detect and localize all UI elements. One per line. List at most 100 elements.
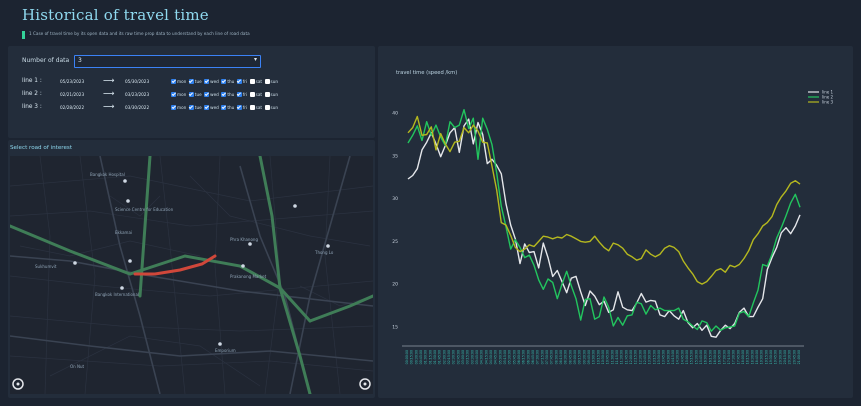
x-tick-label: 02:45:00 xyxy=(456,350,460,364)
x-tick-label: 10:30:00 xyxy=(601,350,605,364)
x-tick-label: 08:45:00 xyxy=(568,350,572,364)
x-tick-label: 20:30:00 xyxy=(788,350,792,364)
checkbox-unchecked[interactable] xyxy=(249,105,255,110)
line-row-3: line 3 : 02/28/2022 ⟶ 03/30/2022 mon tue w… xyxy=(8,102,375,114)
x-tick-label: 18:30:00 xyxy=(750,350,754,364)
checkbox-checked[interactable] xyxy=(221,92,227,97)
x-tick-label: 19:30:00 xyxy=(769,350,773,364)
x-tick-label: 00:30:00 xyxy=(414,350,418,364)
weekday-checkbox-sat[interactable]: sat xyxy=(249,104,262,112)
checkbox-checked[interactable] xyxy=(204,92,210,97)
x-tick-label: 01:00:00 xyxy=(424,350,428,364)
map-label: Bangkok Hospital xyxy=(90,172,125,177)
line-row-1: line 1 : 05/23/2023 ⟶ 05/30/2023 mon tue w… xyxy=(8,76,375,88)
weekday-checkbox-sun[interactable]: sun xyxy=(264,91,278,99)
checkbox-checked[interactable] xyxy=(188,92,194,97)
checkbox-checked[interactable] xyxy=(204,79,210,84)
end-date-input[interactable]: 03/30/2022 xyxy=(125,105,149,110)
checkbox-unchecked[interactable] xyxy=(264,105,270,110)
x-tick-label: 14:15:00 xyxy=(671,350,675,364)
map-title: Select road of interest xyxy=(10,145,73,151)
weekday-label: mon xyxy=(177,92,187,98)
weekday-checkbox-thu[interactable]: thu xyxy=(221,104,234,112)
weekday-label: sun xyxy=(270,79,279,85)
end-date-input[interactable]: 05/30/2023 xyxy=(125,79,149,84)
checkbox-unchecked[interactable] xyxy=(249,92,255,97)
start-date-input[interactable]: 02/21/2023 xyxy=(60,92,84,97)
checkbox-checked[interactable] xyxy=(204,105,210,110)
weekday-checkbox-wed[interactable]: wed xyxy=(204,91,219,99)
weekday-checkbox-sat[interactable]: sat xyxy=(249,78,262,86)
x-tick-label: 00:45:00 xyxy=(419,350,423,364)
number-of-data-select[interactable]: 3 ▾ xyxy=(74,55,261,68)
start-date-input[interactable]: 02/28/2022 xyxy=(60,105,84,110)
weekday-checkbox-mon[interactable]: mon xyxy=(171,78,186,86)
date-range-arrow-icon: ⟶ xyxy=(103,76,115,85)
x-tick-label: 11:30:00 xyxy=(620,350,624,364)
x-tick-label: 08:15:00 xyxy=(559,350,563,364)
subtitle-accent-bar xyxy=(22,31,25,39)
weekday-label: tue xyxy=(194,92,202,98)
y-tick-label: 35 xyxy=(392,153,398,159)
line-label: line 3 : xyxy=(22,104,42,110)
y-tick-label: 15 xyxy=(392,324,398,330)
weekday-checkbox-sat[interactable]: sat xyxy=(249,91,262,99)
x-tick-label: 03:15:00 xyxy=(466,350,470,364)
checkbox-checked[interactable] xyxy=(188,105,194,110)
x-tick-label: 09:45:00 xyxy=(587,350,591,364)
checkbox-checked[interactable] xyxy=(236,92,242,97)
weekday-checkbox-mon[interactable]: mon xyxy=(171,91,186,99)
start-date-input[interactable]: 05/23/2023 xyxy=(60,79,84,84)
checkbox-checked[interactable] xyxy=(171,105,176,110)
checkbox-checked[interactable] xyxy=(171,92,176,97)
x-tick-label: 16:00:00 xyxy=(704,350,708,364)
checkbox-checked[interactable] xyxy=(221,105,227,110)
map-label: Thong Lo xyxy=(314,250,334,255)
x-tick-label: 17:15:00 xyxy=(727,350,731,364)
weekday-checkbox-sun[interactable]: sun xyxy=(264,78,279,86)
x-tick-label: 13:15:00 xyxy=(652,350,656,364)
x-tick-label: 21:00:00 xyxy=(797,350,801,364)
y-tick-label: 30 xyxy=(392,196,398,202)
legend-label: line 3 xyxy=(822,99,833,104)
checkbox-unchecked[interactable] xyxy=(264,79,270,84)
x-tick-label: 14:30:00 xyxy=(676,350,680,364)
weekday-checkbox-wed[interactable]: wed xyxy=(204,104,219,112)
weekday-checkbox-thu[interactable]: thu xyxy=(221,91,234,99)
weekday-checkbox-wed[interactable]: wed xyxy=(204,78,219,86)
checkbox-checked[interactable] xyxy=(236,79,242,84)
series-line-2 xyxy=(407,109,801,332)
weekday-checkbox-fri[interactable]: fri xyxy=(236,91,248,99)
weekday-checkbox-fri[interactable]: fri xyxy=(236,78,247,86)
weekday-checkbox-fri[interactable]: fri xyxy=(236,104,247,112)
road-map[interactable]: Bangkok Hospital Science Centre for Educ… xyxy=(10,156,373,394)
date-range-arrow-icon: ⟶ xyxy=(103,89,115,98)
x-tick-label: 02:30:00 xyxy=(452,350,456,364)
weekday-checkbox-tue[interactable]: tue xyxy=(188,104,202,112)
weekday-checkboxes: mon tue wed thu fri sat sun xyxy=(171,91,281,99)
weekday-checkbox-tue[interactable]: tue xyxy=(188,78,202,86)
weekday-label: fri xyxy=(242,92,248,98)
checkbox-checked[interactable] xyxy=(221,79,227,84)
series-line-3 xyxy=(407,115,801,285)
checkbox-checked[interactable] xyxy=(236,105,242,110)
x-tick-label: 12:15:00 xyxy=(634,350,638,364)
checkbox-checked[interactable] xyxy=(171,79,176,84)
weekday-checkbox-tue[interactable]: tue xyxy=(188,91,202,99)
checkbox-unchecked[interactable] xyxy=(249,79,255,84)
weekday-checkbox-sun[interactable]: sun xyxy=(264,104,278,112)
x-tick-label: 09:00:00 xyxy=(573,350,577,364)
map-label: Phra Khanong xyxy=(230,237,258,242)
x-tick-label: 17:45:00 xyxy=(736,350,740,364)
x-tick-label: 20:45:00 xyxy=(792,350,796,364)
x-tick-label: 05:30:00 xyxy=(508,350,512,364)
x-tick-label: 10:45:00 xyxy=(606,350,610,364)
end-date-input[interactable]: 03/23/2023 xyxy=(125,92,149,97)
checkbox-unchecked[interactable] xyxy=(264,92,270,97)
map-label: Emporium xyxy=(215,348,236,353)
weekday-checkbox-mon[interactable]: mon xyxy=(171,104,186,112)
x-tick-label: 15:30:00 xyxy=(694,350,698,364)
checkbox-checked[interactable] xyxy=(188,79,194,84)
x-tick-label: 16:45:00 xyxy=(718,350,722,364)
weekday-checkbox-thu[interactable]: thu xyxy=(221,78,234,86)
